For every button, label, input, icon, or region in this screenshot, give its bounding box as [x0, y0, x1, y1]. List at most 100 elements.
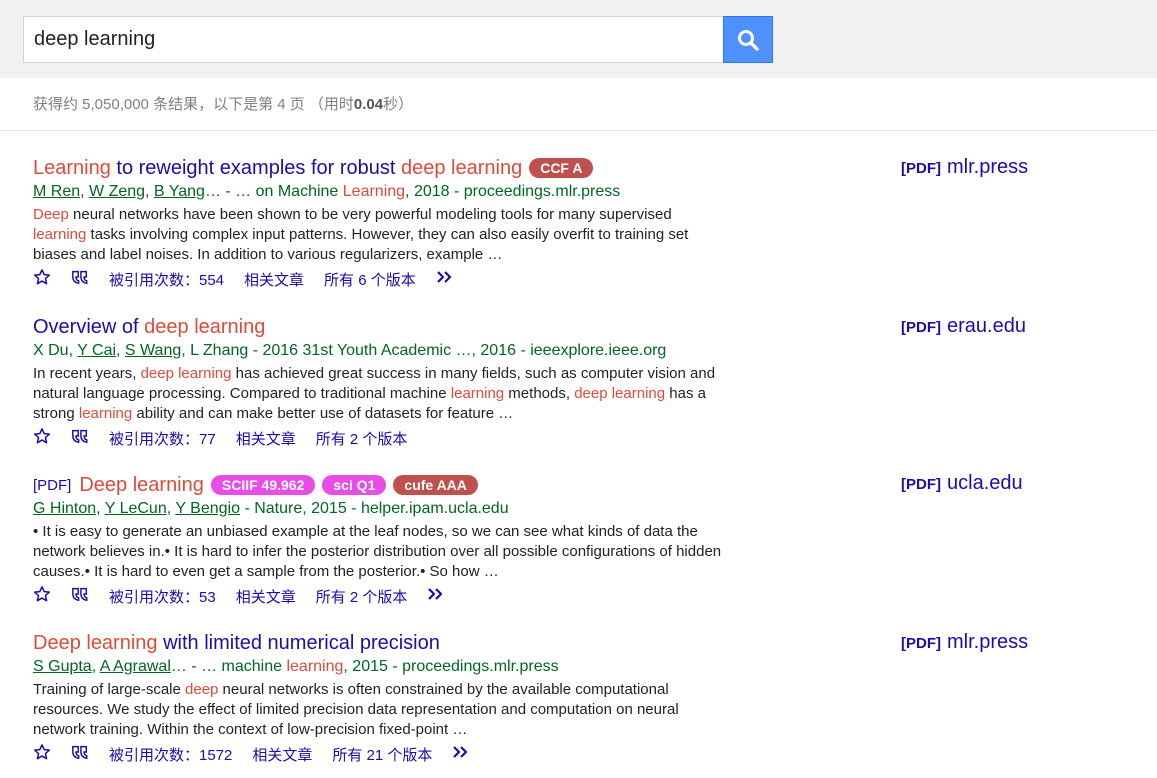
- side-pdf-link[interactable]: [PDF] mlr.press: [901, 631, 1028, 654]
- pdf-tag: [PDF]: [901, 635, 941, 652]
- side-pdf-link[interactable]: [PDF] erau.edu: [901, 315, 1026, 338]
- result-title-link[interactable]: Deep learning with limited numerical pre…: [33, 632, 440, 655]
- pdf-domain: mlr.press: [947, 156, 1029, 178]
- pdf-tag: [PDF]: [901, 476, 941, 493]
- author-text: ,: [96, 500, 105, 517]
- author-text: , L Zhang - 2016 31st Youth Academic …, …: [181, 342, 667, 359]
- author-link[interactable]: M Ren: [33, 183, 80, 200]
- cite-quote-icon[interactable]: [71, 744, 89, 764]
- result-authors: X Du, Y Cai, S Wang, L Zhang - 2016 31st…: [33, 342, 733, 360]
- search-header: [0, 0, 1157, 78]
- result-title-link[interactable]: Learning to reweight examples for robust…: [33, 157, 522, 180]
- snippet-text: Training of large-scale: [33, 681, 186, 698]
- pdf-tag: [PDF]: [901, 160, 941, 177]
- related-articles-link[interactable]: 相关文章: [236, 586, 296, 607]
- result-title: Learning to reweight examples for robust…: [33, 155, 733, 181]
- result-item: [PDF] Deep learning SCIIF 49.962 sci Q1 cufe…: [33, 472, 733, 607]
- result-snippet: In recent years, deep learning has achie…: [33, 364, 723, 424]
- title-text: with limited numerical precision: [157, 631, 440, 654]
- search-button[interactable]: [723, 16, 773, 63]
- result-item: Learning to reweight examples for robust…: [33, 155, 733, 290]
- all-versions-link[interactable]: 所有 6 个版本: [324, 269, 416, 290]
- side-pdf-link[interactable]: [PDF] mlr.press: [901, 156, 1028, 179]
- snippet-text: learning: [78, 405, 133, 422]
- cite-quote-icon[interactable]: [71, 269, 89, 289]
- author-text: … - … on Machine: [204, 183, 343, 200]
- more-chevron-icon[interactable]: [427, 587, 447, 605]
- author-text: ,: [68, 342, 78, 359]
- save-star-icon[interactable]: [33, 585, 51, 607]
- author-link[interactable]: A Agrawal: [100, 658, 171, 675]
- pdf-tag: [PDF]: [901, 319, 941, 336]
- cited-by-link[interactable]: 被引用次数：53: [109, 586, 216, 607]
- result-authors: S Gupta, A Agrawal… - … machine learning…: [33, 658, 733, 676]
- side-pdf-link[interactable]: [PDF] ucla.edu: [901, 472, 1023, 495]
- author-link[interactable]: Y LeCun: [105, 500, 167, 517]
- author-link[interactable]: S Gupta: [33, 658, 92, 675]
- author-link[interactable]: Y Cai: [77, 342, 116, 359]
- result-title-link[interactable]: Overview of deep learning: [33, 316, 265, 339]
- title-text: Deep learning: [33, 631, 158, 654]
- save-star-icon[interactable]: [33, 743, 51, 765]
- all-versions-link[interactable]: 所有 2 个版本: [316, 428, 408, 449]
- author-text: , 2018 - proceedings.mlr.press: [405, 183, 621, 200]
- author-text: X Du: [33, 342, 69, 359]
- author-text: ,: [116, 342, 125, 359]
- snippet-text: deep: [185, 681, 219, 698]
- cited-by-link[interactable]: 被引用次数：1572: [109, 744, 232, 765]
- snippet-text: Deep: [33, 206, 69, 223]
- result-title: [PDF] Deep learning SCIIF 49.962 sci Q1 cufe…: [33, 472, 733, 498]
- more-chevron-icon[interactable]: [436, 270, 456, 288]
- result-stats: 获得约 5,050,000 条结果，以下是第 4 页 （用时0.04秒）: [33, 93, 413, 114]
- cited-by-link[interactable]: 被引用次数：77: [109, 428, 216, 449]
- search-icon: [738, 29, 759, 51]
- rank-badge: CCF A: [529, 158, 594, 178]
- snippet-text: learning: [450, 385, 505, 402]
- author-link[interactable]: S Wang: [125, 342, 181, 359]
- result-title: Overview of deep learning: [33, 314, 733, 340]
- title-text: Learning: [33, 156, 111, 179]
- pdf-domain: ucla.edu: [947, 472, 1023, 494]
- cite-quote-icon[interactable]: [71, 428, 89, 448]
- search-input[interactable]: [24, 17, 724, 62]
- all-versions-link[interactable]: 所有 2 个版本: [316, 586, 408, 607]
- author-text: learning: [286, 658, 344, 675]
- author-text: Learning: [342, 183, 406, 200]
- rank-badge: sci Q1: [322, 475, 387, 495]
- cited-by-link[interactable]: 被引用次数：554: [109, 269, 224, 290]
- author-text: ,: [91, 658, 100, 675]
- author-text: … - … machine: [170, 658, 287, 675]
- author-link[interactable]: Y Bengio: [175, 500, 240, 517]
- author-link[interactable]: W Zeng: [89, 183, 145, 200]
- author-text: - Nature, 2015 - helper.ipam.ucla.edu: [240, 500, 509, 517]
- result-title-link[interactable]: Deep learning: [79, 474, 204, 497]
- author-link[interactable]: B Yang: [154, 183, 205, 200]
- snippet-text: neural networks have been shown to be ve…: [68, 206, 672, 223]
- stats-suffix: 秒）: [383, 96, 414, 113]
- snippet-text: tasks involving complex input patterns. …: [33, 226, 689, 263]
- author-text: ,: [145, 183, 154, 200]
- snippet-text: methods,: [504, 385, 575, 402]
- title-text: deep learning: [400, 156, 523, 179]
- result-item: Overview of deep learning X Du, Y Cai, S …: [33, 314, 733, 449]
- all-versions-link[interactable]: 所有 21 个版本: [332, 744, 432, 765]
- author-text: , 2015 - proceedings.mlr.press: [343, 658, 559, 675]
- related-articles-link[interactable]: 相关文章: [252, 744, 312, 765]
- result-actions: 被引用次数：53 相关文章 所有 2 个版本: [33, 585, 733, 607]
- result-item: Deep learning with limited numerical pre…: [33, 630, 733, 765]
- related-articles-link[interactable]: 相关文章: [236, 428, 296, 449]
- search-box: [23, 16, 724, 63]
- divider: [0, 130, 1157, 131]
- title-text: to reweight examples for robust: [110, 156, 401, 179]
- author-link[interactable]: G Hinton: [33, 500, 96, 517]
- more-chevron-icon[interactable]: [452, 745, 472, 763]
- result-title: Deep learning with limited numerical pre…: [33, 630, 733, 656]
- cite-quote-icon[interactable]: [71, 586, 89, 606]
- title-text: Overview of: [33, 315, 145, 338]
- result-authors: G Hinton, Y LeCun, Y Bengio - Nature, 20…: [33, 500, 733, 518]
- save-star-icon[interactable]: [33, 268, 51, 290]
- related-articles-link[interactable]: 相关文章: [244, 269, 304, 290]
- result-actions: 被引用次数：1572 相关文章 所有 21 个版本: [33, 743, 733, 765]
- save-star-icon[interactable]: [33, 427, 51, 449]
- author-text: ,: [80, 183, 90, 200]
